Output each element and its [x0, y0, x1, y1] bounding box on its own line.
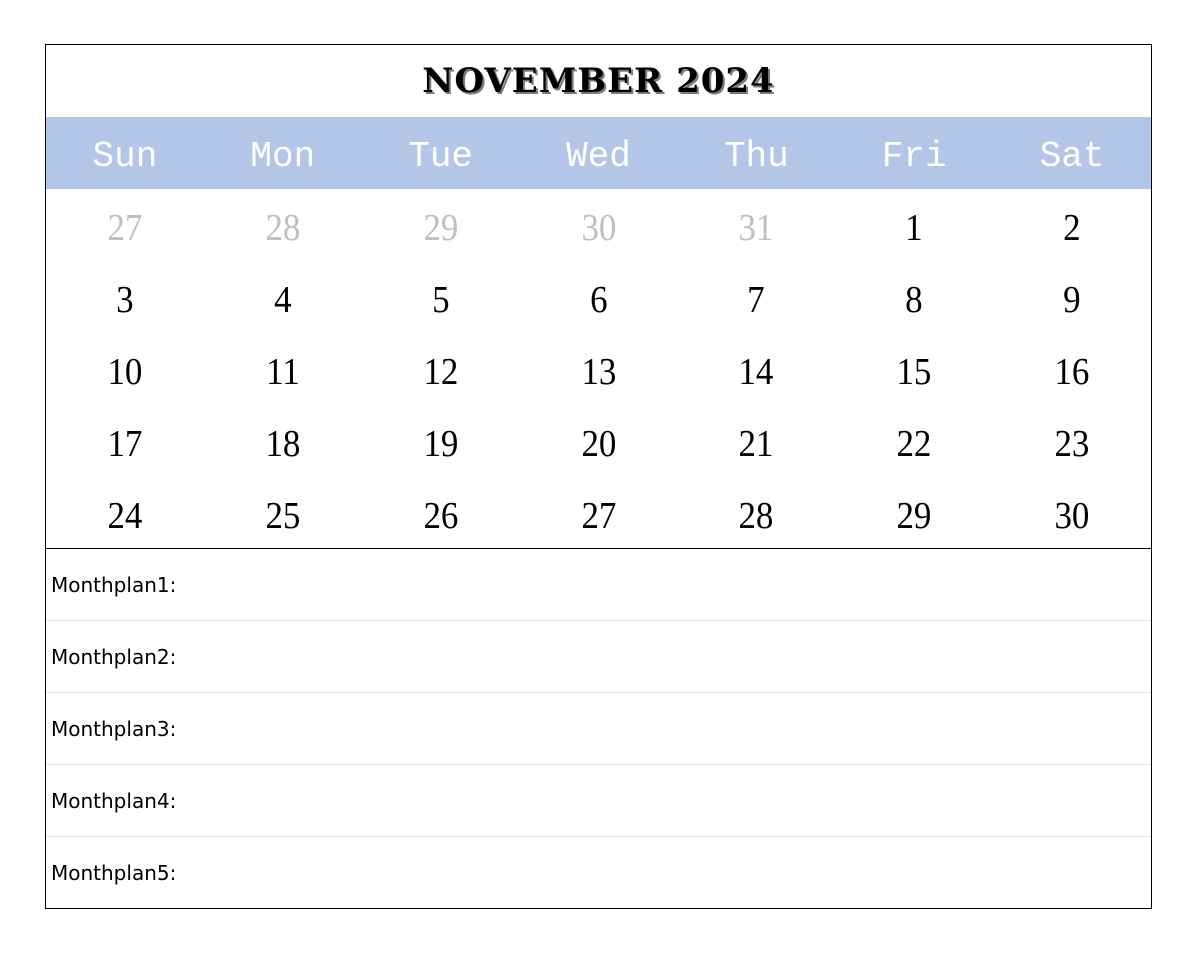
plan-row: Monthplan5: — [46, 837, 1151, 908]
title-row: November 2024 — [46, 45, 1151, 117]
date-cell[interactable]: 27 — [526, 477, 671, 549]
date-cell[interactable]: 21 — [684, 405, 829, 477]
weekday-thu: Thu — [723, 135, 789, 177]
plan-input-field[interactable] — [176, 621, 1151, 692]
plan-row: Monthplan4: — [46, 765, 1151, 837]
date-cell[interactable]: 17 — [52, 405, 197, 477]
plan-input-field[interactable] — [176, 765, 1151, 836]
date-cell[interactable]: 3 — [52, 261, 197, 333]
date-cell[interactable]: 18 — [210, 405, 355, 477]
date-cell[interactable]: 14 — [684, 333, 829, 405]
date-cell[interactable]: 9 — [999, 261, 1144, 333]
date-cell[interactable]: 5 — [368, 261, 513, 333]
date-cell-outside-month[interactable]: 28 — [210, 189, 355, 261]
date-cell-outside-month[interactable]: 31 — [684, 189, 829, 261]
date-cell[interactable]: 25 — [210, 477, 355, 549]
date-cell[interactable]: 2 — [999, 189, 1144, 261]
plan-input-field[interactable] — [176, 837, 1151, 908]
weekday-header: Sun Mon Tue Wed Thu Fri Sat — [46, 117, 1151, 189]
weekday-sat: Sat — [1039, 135, 1105, 177]
plan-row: Monthplan1: — [46, 549, 1151, 621]
weekday-wed: Wed — [566, 135, 631, 177]
plan-input-field[interactable] — [176, 693, 1151, 764]
date-cell-outside-month[interactable]: 27 — [52, 189, 197, 261]
date-cell[interactable]: 7 — [684, 261, 829, 333]
date-cell[interactable]: 22 — [842, 405, 987, 477]
month-plans: Monthplan1: Monthplan2: Monthplan3: Monthpl… — [46, 549, 1151, 908]
date-cell[interactable]: 19 — [368, 405, 513, 477]
date-cell[interactable]: 23 — [999, 405, 1144, 477]
date-cell[interactable]: 12 — [368, 333, 513, 405]
weekday-fri: Fri — [881, 135, 947, 177]
calendar-title: November 2024 — [422, 61, 775, 101]
plan-label: Monthplan4: — [51, 788, 177, 813]
plan-row: Monthplan3: — [46, 693, 1151, 765]
date-cell[interactable]: 11 — [210, 333, 355, 405]
plan-label: Monthplan2: — [51, 644, 177, 669]
plan-input-field[interactable] — [176, 549, 1151, 620]
weekday-sun: Sun — [92, 135, 158, 177]
date-cell[interactable]: 15 — [842, 333, 987, 405]
date-cell[interactable]: 10 — [52, 333, 197, 405]
plan-row: Monthplan2: — [46, 621, 1151, 693]
date-grid: 27 28 29 30 31 1 2 3 4 5 6 7 8 9 10 11 12 13 14 15 16 17 18 19 2… — [46, 189, 1151, 549]
date-cell-outside-month[interactable]: 29 — [368, 189, 513, 261]
weekday-mon: Mon — [250, 135, 316, 177]
plan-label: Monthplan3: — [51, 716, 177, 741]
plan-label: Monthplan1: — [51, 572, 177, 597]
date-cell[interactable]: 24 — [52, 477, 197, 549]
date-cell[interactable]: 13 — [526, 333, 671, 405]
date-cell-outside-month[interactable]: 30 — [526, 189, 671, 261]
date-cell[interactable]: 29 — [842, 477, 987, 549]
date-cell[interactable]: 20 — [526, 405, 671, 477]
date-cell[interactable]: 28 — [684, 477, 829, 549]
date-cell[interactable]: 6 — [526, 261, 671, 333]
plan-label: Monthplan5: — [51, 860, 177, 885]
date-cell[interactable]: 16 — [999, 333, 1144, 405]
date-cell[interactable]: 26 — [368, 477, 513, 549]
date-cell[interactable]: 8 — [842, 261, 987, 333]
calendar-sheet: November 2024 Sun Mon Tue Wed Thu Fri Sa… — [45, 44, 1152, 909]
date-cell[interactable]: 30 — [999, 477, 1144, 549]
date-cell[interactable]: 4 — [210, 261, 355, 333]
date-cell[interactable]: 1 — [842, 189, 987, 261]
weekday-tue: Tue — [408, 135, 474, 177]
